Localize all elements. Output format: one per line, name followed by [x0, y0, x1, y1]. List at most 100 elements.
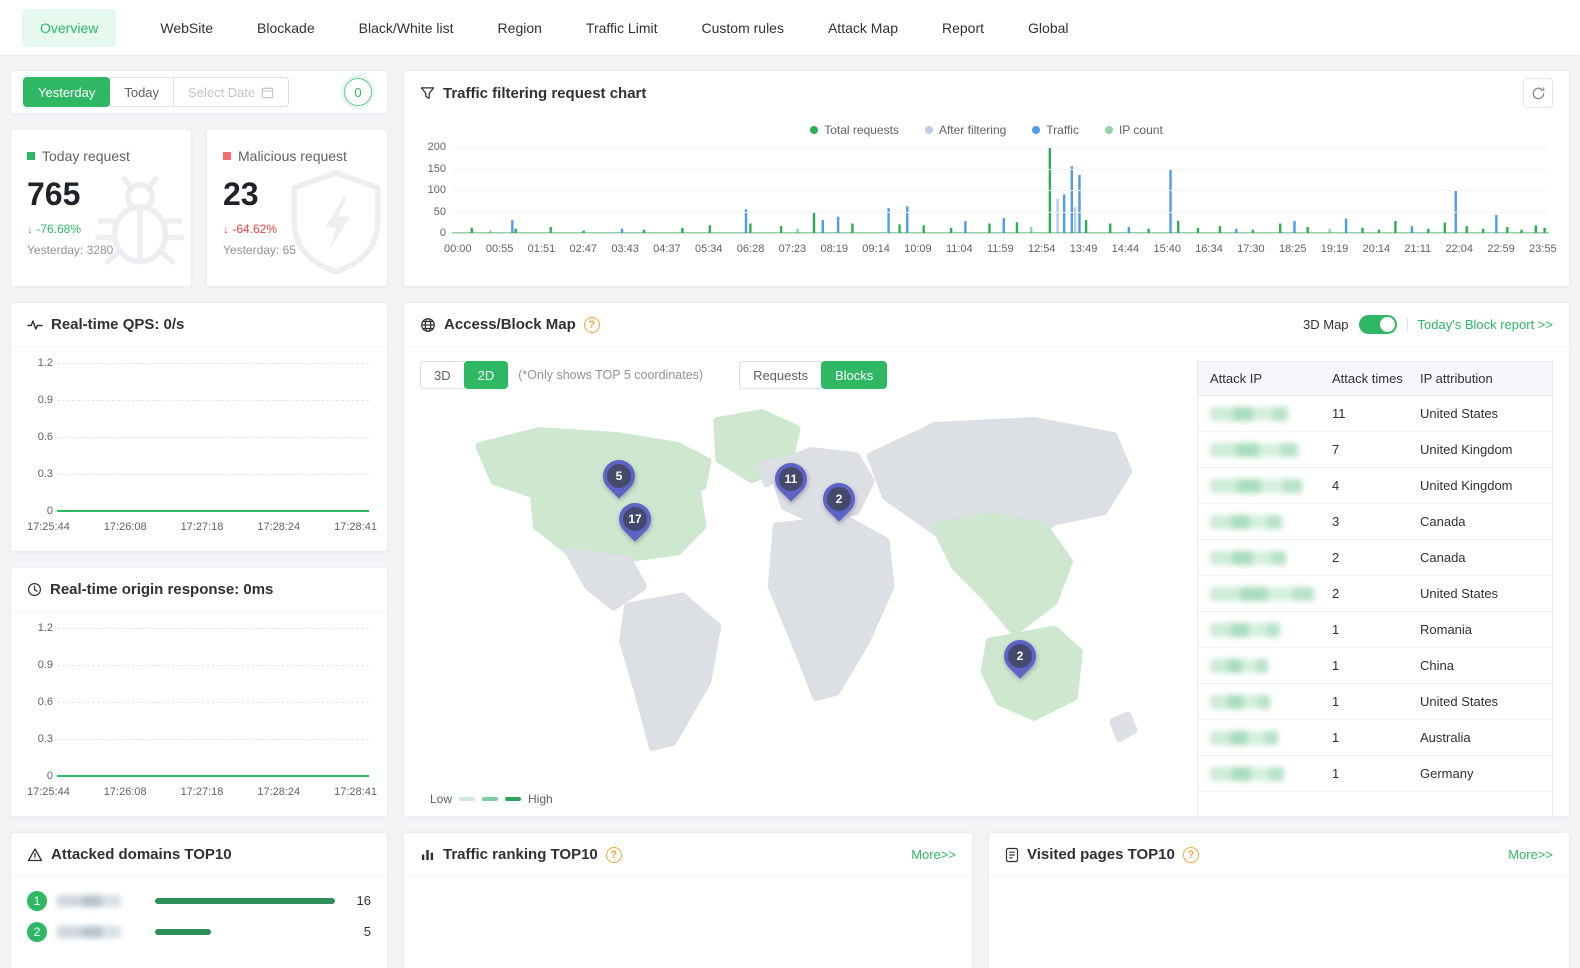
malicious-request-card: Malicious request 23 ↓ -64.62% Yesterday…: [206, 129, 388, 287]
nav-tab-traffic-limit[interactable]: Traffic Limit: [586, 9, 658, 47]
redacted-ip: [1210, 731, 1278, 745]
map-pin[interactable]: 11: [775, 463, 807, 495]
date-filter-panel: Yesterday Today Select Date 0: [10, 70, 388, 114]
traffic-chart-x-axis: 00:0000:5501:5102:4703:4304:3705:3406:28…: [444, 243, 1557, 255]
x-tick: 22:59: [1487, 243, 1515, 255]
pin-count: 17: [623, 507, 647, 531]
y-tick: 0: [414, 227, 446, 239]
nav-tab-black-white-list[interactable]: Black/White list: [359, 9, 454, 47]
map-3d-button[interactable]: 3D: [420, 361, 465, 389]
attack-times: 1: [1332, 766, 1420, 781]
x-tick: 07:23: [779, 243, 807, 255]
map-density-legend: Low High: [430, 792, 553, 806]
qps-chart-plot: 1.20.90.60.30: [21, 363, 369, 515]
map-pin[interactable]: 17: [619, 503, 651, 535]
y-tick: 0: [21, 505, 53, 517]
warning-icon: [27, 847, 43, 863]
gridline: [57, 702, 369, 703]
attack-count-bar: [155, 929, 211, 935]
legend-dot: [810, 126, 818, 134]
divider: [1407, 318, 1408, 332]
redacted-domain: [57, 895, 121, 907]
attack-times: 2: [1332, 586, 1420, 601]
world-map[interactable]: 5 17 11 2 2: [420, 401, 1173, 782]
map-pin[interactable]: 2: [823, 483, 855, 515]
x-tick: 17:27:18: [181, 521, 224, 533]
gridline: [452, 147, 1549, 148]
x-tick: 19:19: [1321, 243, 1349, 255]
gridline: [57, 474, 369, 475]
visited-help-icon[interactable]: ?: [1183, 847, 1199, 863]
pin-count: 2: [827, 487, 851, 511]
attack-table[interactable]: Attack IPAttack timesIP attribution11Uni…: [1197, 361, 1553, 816]
yesterday-button[interactable]: Yesterday: [23, 77, 110, 107]
nav-tab-website[interactable]: WebSite: [160, 9, 213, 47]
legend-seg-mid: [482, 797, 498, 801]
map-2d-button[interactable]: 2D: [464, 361, 509, 389]
series-line: [57, 510, 369, 512]
attack-times: 1: [1332, 694, 1420, 709]
attack-times: 1: [1332, 730, 1420, 745]
refresh-countdown-badge[interactable]: 0: [344, 78, 372, 106]
3d-map-toggle[interactable]: [1359, 315, 1397, 334]
map-requests-button[interactable]: Requests: [739, 361, 822, 389]
x-tick: 01:51: [528, 243, 556, 255]
redacted-ip: [1210, 443, 1298, 457]
block-report-link[interactable]: Today's Block report >>: [1418, 317, 1553, 332]
attack-times: 7: [1332, 442, 1420, 457]
x-tick: 22:04: [1445, 243, 1473, 255]
ip-attribution: Germany: [1420, 766, 1552, 781]
nav-tab-overview[interactable]: Overview: [22, 9, 116, 47]
stat-title-row: Malicious request: [223, 148, 371, 164]
nav-tab-report[interactable]: Report: [942, 9, 984, 47]
x-tick: 20:14: [1363, 243, 1391, 255]
x-tick: 18:25: [1279, 243, 1307, 255]
today-button[interactable]: Today: [109, 77, 174, 107]
traffic-ranking-panel: Traffic ranking TOP10 ? More>>: [403, 832, 973, 968]
y-tick: 0.9: [21, 394, 53, 406]
map-blocks-button[interactable]: Blocks: [821, 361, 887, 389]
attack-times: 3: [1332, 514, 1420, 529]
legend-label: After filtering: [939, 123, 1006, 137]
ip-attribution: Canada: [1420, 514, 1552, 529]
attack-table-row: 2Canada: [1198, 540, 1552, 576]
attack-count-value: 16: [345, 893, 371, 908]
redacted-ip: [1210, 659, 1268, 673]
attack-table-row: 1China: [1198, 648, 1552, 684]
legend-dot: [1032, 126, 1040, 134]
refresh-button[interactable]: [1523, 78, 1553, 108]
pin-count: 5: [607, 464, 631, 488]
nav-tab-attack-map[interactable]: Attack Map: [828, 9, 898, 47]
map-pin[interactable]: 2: [1004, 640, 1036, 672]
select-date-button[interactable]: Select Date: [173, 77, 289, 107]
map-help-icon[interactable]: ?: [584, 317, 600, 333]
x-tick: 17:27:18: [181, 786, 224, 798]
legend-item-total[interactable]: Total requests: [810, 123, 899, 137]
legend-item-after[interactable]: After filtering: [925, 123, 1006, 137]
gridline: [57, 665, 369, 666]
legend-item-ip[interactable]: IP count: [1105, 123, 1163, 137]
y-tick: 50: [414, 206, 446, 218]
gridline: [452, 169, 1549, 170]
x-tick: 06:28: [737, 243, 765, 255]
x-tick: 04:37: [653, 243, 681, 255]
legend-dot: [1105, 126, 1113, 134]
map-pin[interactable]: 5: [603, 460, 635, 492]
attack-times: 2: [1332, 550, 1420, 565]
gridline: [57, 400, 369, 401]
nav-tab-blockade[interactable]: Blockade: [257, 9, 315, 47]
redacted-ip: [1210, 479, 1302, 493]
ranking-more-link[interactable]: More>>: [911, 847, 956, 862]
legend-item-traffic[interactable]: Traffic: [1032, 123, 1079, 137]
ranking-help-icon[interactable]: ?: [606, 847, 622, 863]
x-tick: 10:09: [904, 243, 932, 255]
bug-icon: [85, 166, 192, 276]
rank-badge: 1: [27, 891, 47, 911]
x-tick: 17:28:24: [257, 786, 300, 798]
nav-tab-custom-rules[interactable]: Custom rules: [702, 9, 784, 47]
nav-tab-region[interactable]: Region: [498, 9, 542, 47]
x-tick: 17:26:08: [104, 786, 147, 798]
nav-tab-global[interactable]: Global: [1028, 9, 1068, 47]
visited-more-link[interactable]: More>>: [1508, 847, 1553, 862]
x-tick: 13:49: [1070, 243, 1098, 255]
